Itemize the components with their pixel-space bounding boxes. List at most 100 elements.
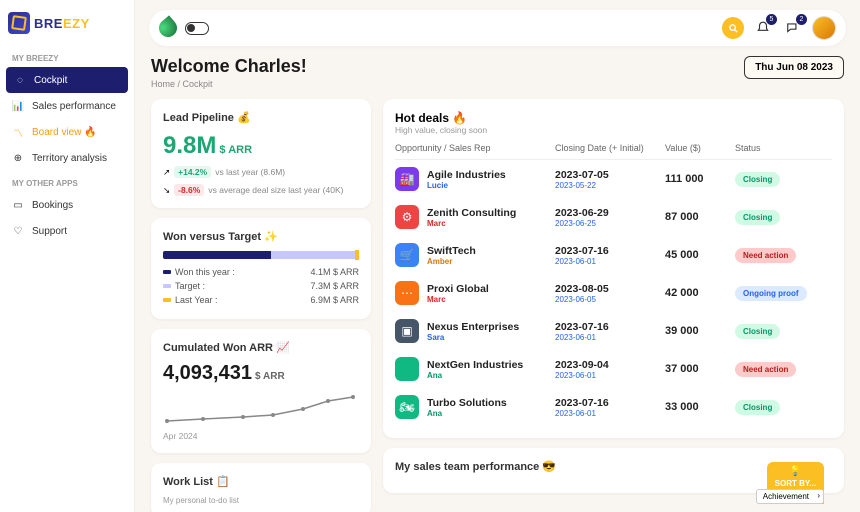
cumulated-won-card: Cumulated Won ARR 📈 4,093,431 $ ARR Apr … xyxy=(151,329,371,453)
crumb-home[interactable]: Home xyxy=(151,79,175,89)
sparkline-chart xyxy=(163,391,359,431)
wvt-label: Target : xyxy=(175,281,205,291)
legend-dot xyxy=(163,270,171,274)
deal-value: 39 000 xyxy=(665,325,735,337)
logo-icon xyxy=(8,12,30,34)
main-area: 5 2 Welcome Charles! Home / Cockpit Thu … xyxy=(135,0,860,512)
brand-logo[interactable]: BREEZY xyxy=(0,0,134,46)
closing-date: 2023-06-29 xyxy=(555,207,665,219)
initial-date: 2023-06-05 xyxy=(555,295,665,304)
initial-date: 2023-06-01 xyxy=(555,333,665,342)
breadcrumb: Home / Cockpit xyxy=(151,79,307,89)
date-picker[interactable]: Thu Jun 08 2023 xyxy=(744,56,844,79)
status-badge: Ongoing proof xyxy=(735,286,807,301)
chart-month: Apr 2024 xyxy=(163,431,359,441)
status-badge: Need action xyxy=(735,362,796,377)
card-subtitle: My personal to-do list xyxy=(163,496,359,505)
sidebar-item-territory[interactable]: ⊕ Territory analysis xyxy=(0,145,134,171)
pipeline-value: 9.8M xyxy=(163,132,216,159)
brand-text-2: EZY xyxy=(63,16,90,31)
sidebar-item-bookings[interactable]: ▭ Bookings xyxy=(0,192,134,218)
sidebar-label: Bookings xyxy=(32,200,73,211)
table-row[interactable]: ▣ Nexus EnterprisesSara 2023-07-162023-0… xyxy=(395,312,832,350)
col-opportunity: Opportunity / Sales Rep xyxy=(395,143,555,153)
opportunity-name: Turbo Solutions xyxy=(427,397,507,409)
opportunity-name: SwiftTech xyxy=(427,245,476,257)
legend-dot xyxy=(163,298,171,302)
sidebar-label: Sales performance xyxy=(32,101,116,112)
gauge-icon: ◌ xyxy=(14,74,26,86)
opportunity-icon: ▣ xyxy=(395,319,419,343)
sales-rep: Lucie xyxy=(427,181,506,190)
card-title: Hot deals 🔥 xyxy=(395,111,832,125)
closing-date: 2023-09-04 xyxy=(555,359,665,371)
opportunity-icon: 🏭 xyxy=(395,167,419,191)
achievement-pill[interactable]: Achievement xyxy=(756,489,824,504)
theme-toggle[interactable] xyxy=(185,22,209,35)
sales-rep: Ana xyxy=(427,371,523,380)
closing-date: 2023-07-05 xyxy=(555,169,665,181)
status-badge: Closing xyxy=(735,400,780,415)
wvt-value: 4.1M $ ARR xyxy=(310,267,359,277)
sidebar-label: Board view 🔥 xyxy=(32,127,97,138)
lead-pipeline-card: Lead Pipeline 💰 9.8M $ ARR ↗+14.2%vs las… xyxy=(151,99,371,208)
wvt-row: Won this year :4.1M $ ARR xyxy=(163,265,359,279)
trend-up-icon: ↗ xyxy=(163,167,170,178)
opportunity-icon: 🏍 xyxy=(395,395,419,419)
pulse-icon: 〽 xyxy=(12,126,24,138)
notifications-button[interactable]: 5 xyxy=(752,17,774,39)
sales-rep: Ana xyxy=(427,409,507,418)
card-title: Cumulated Won ARR 📈 xyxy=(163,341,359,354)
sidebar-item-board[interactable]: 〽 Board view 🔥 xyxy=(0,119,134,145)
pipeline-unit: $ ARR xyxy=(219,144,252,156)
card-title: Work List 📋 xyxy=(163,475,359,488)
work-list-card: Work List 📋 My personal to-do list xyxy=(151,463,371,512)
messages-button[interactable]: 2 xyxy=(782,17,804,39)
trend-down-icon: ↘ xyxy=(163,185,170,196)
sidebar-item-sales[interactable]: 📊 Sales performance xyxy=(0,93,134,119)
table-row[interactable]: ⚙ Zenith ConsultingMarc 2023-06-292023-0… xyxy=(395,198,832,236)
table-row[interactable]: 🏍 Turbo SolutionsAna 2023-07-162023-06-0… xyxy=(395,388,832,426)
page-title: Welcome Charles! xyxy=(151,56,307,77)
wvt-value: 6.9M $ ARR xyxy=(310,295,359,305)
table-row[interactable]: ⋯ Proxi GlobalMarc 2023-08-052023-06-05 … xyxy=(395,274,832,312)
col-value: Value ($) xyxy=(665,143,735,153)
closing-date: 2023-07-16 xyxy=(555,397,665,409)
table-row[interactable]: 🛒 SwiftTechAmber 2023-07-162023-06-01 45… xyxy=(395,236,832,274)
side-section-my: MY BREEZY xyxy=(0,46,134,67)
sidebar-label: Support xyxy=(32,226,67,237)
search-icon xyxy=(728,23,739,34)
initial-date: 2023-06-01 xyxy=(555,409,665,418)
opportunity-name: Agile Industries xyxy=(427,169,506,181)
status-badge: Need action xyxy=(735,248,796,263)
deal-value: 33 000 xyxy=(665,401,735,413)
leaf-icon xyxy=(155,15,180,40)
col-status: Status xyxy=(735,143,815,153)
search-button[interactable] xyxy=(722,17,744,39)
closing-date: 2023-07-16 xyxy=(555,321,665,333)
sales-rep: Marc xyxy=(427,219,516,228)
globe-icon: ⊕ xyxy=(12,152,24,164)
delta-value: +14.2% xyxy=(174,166,211,178)
card-title: Lead Pipeline 💰 xyxy=(163,111,359,124)
wvt-row: Last Year :6.9M $ ARR xyxy=(163,293,359,307)
crumb-current: Cockpit xyxy=(183,79,213,89)
opportunity-name: NextGen Industries xyxy=(427,359,523,371)
side-section-other: MY OTHER APPS xyxy=(0,171,134,192)
closing-date: 2023-08-05 xyxy=(555,283,665,295)
sidebar-item-support[interactable]: ♡ Support xyxy=(0,218,134,244)
cumulated-unit: $ ARR xyxy=(255,371,285,382)
opportunity-name: Nexus Enterprises xyxy=(427,321,519,333)
status-badge: Closing xyxy=(735,324,780,339)
table-row[interactable]: 🏭 Agile IndustriesLucie 2023-07-052023-0… xyxy=(395,160,832,198)
brand-text-1: BRE xyxy=(34,16,63,31)
deal-value: 42 000 xyxy=(665,287,735,299)
deal-value: 37 000 xyxy=(665,363,735,375)
initial-date: 2023-06-01 xyxy=(555,371,665,380)
table-row[interactable]: NextGen IndustriesAna 2023-09-042023-06-… xyxy=(395,350,832,388)
opportunity-icon: ⚙ xyxy=(395,205,419,229)
status-badge: Closing xyxy=(735,172,780,187)
sidebar-item-cockpit[interactable]: ◌ Cockpit xyxy=(6,67,128,93)
user-avatar[interactable] xyxy=(812,16,836,40)
sidebar-label: Territory analysis xyxy=(32,153,107,164)
